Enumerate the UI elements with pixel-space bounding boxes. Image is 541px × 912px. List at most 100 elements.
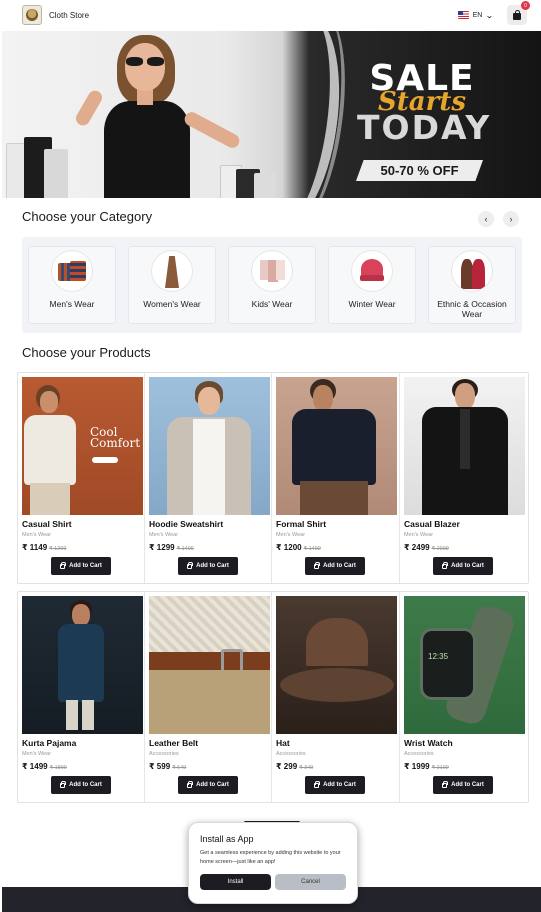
product-name[interactable]: Formal Shirt	[276, 519, 326, 529]
today-text: TODAY	[357, 108, 492, 147]
add-to-cart-button[interactable]: Add to Cart	[433, 776, 493, 794]
product-name[interactable]: Kurta Pajama	[22, 738, 76, 748]
product-image-hat[interactable]	[276, 596, 397, 734]
product-image-wrist-watch[interactable]: 12:35	[404, 596, 525, 734]
product-price: ₹ 1200 ₹ 1499	[276, 543, 321, 552]
mens-wear-thumbnail	[52, 251, 92, 291]
product-card[interactable]: Kurta Pajama Men's Wear ₹ 1499 ₹ 1899 Add…	[22, 596, 143, 800]
product-category: Men's Wear	[149, 532, 179, 538]
install-button[interactable]: Install	[200, 874, 271, 890]
promo-text: Cool Comfort	[90, 425, 141, 450]
store-logo[interactable]	[22, 5, 42, 25]
product-card[interactable]: Cool Comfort Casual Shirt Men's Wear ₹ 1…	[22, 377, 143, 581]
category-card-winter-wear[interactable]: Winter Wear	[328, 246, 416, 324]
product-category: Men's Wear	[276, 532, 306, 538]
banner-model-image	[6, 31, 276, 198]
product-category: Men's Wear	[22, 751, 52, 757]
top-header: Cloth Store EN ⌄ 0	[0, 0, 541, 30]
category-label: Winter Wear	[348, 299, 396, 309]
add-to-cart-button[interactable]: Add to Cart	[178, 557, 238, 575]
popup-message: Get a seamless experience by adding this…	[200, 850, 341, 865]
ethnic-wear-thumbnail	[452, 251, 492, 291]
product-category: Accessories	[276, 751, 306, 757]
bag-icon	[314, 562, 321, 569]
bag-icon	[187, 562, 194, 569]
womens-wear-thumbnail	[152, 251, 192, 291]
product-card[interactable]: 12:35 Wrist Watch Accessories ₹ 1999 ₹ 21…	[404, 596, 525, 800]
category-carousel: Men's Wear Women's Wear Kids' Wear Winte…	[22, 237, 522, 333]
kids-wear-thumbnail	[252, 251, 292, 291]
category-section-title: Choose your Category	[22, 209, 153, 224]
category-carousel-nav: ‹ ›	[478, 211, 519, 227]
cancel-button[interactable]: Cancel	[275, 874, 346, 890]
product-name[interactable]: Hat	[276, 738, 290, 748]
product-category: Accessories	[149, 751, 179, 757]
category-card-ethnic-occasion-wear[interactable]: Ethnic & Occasion Wear	[428, 246, 516, 324]
shopping-bags-left	[6, 131, 72, 198]
product-name[interactable]: Leather Belt	[149, 738, 198, 748]
product-image-casual-blazer[interactable]	[404, 377, 525, 515]
products-section-title: Choose your Products	[22, 345, 151, 360]
cart-count-badge: 0	[521, 1, 530, 10]
product-old-price: ₹ 349	[299, 765, 314, 771]
category-label: Women's Wear	[143, 299, 201, 309]
add-to-cart-button[interactable]: Add to Cart	[433, 557, 493, 575]
bag-icon	[442, 562, 449, 569]
sale-banner[interactable]: SALE Starts TODAY 50-70 % OFF	[2, 31, 541, 198]
product-image-casual-shirt[interactable]: Cool Comfort	[22, 377, 143, 515]
product-image-formal-shirt[interactable]	[276, 377, 397, 515]
language-label: EN	[472, 11, 483, 19]
product-category: Men's Wear	[22, 532, 52, 538]
product-card[interactable]: Hat Accessories ₹ 299 ₹ 349 Add to Cart	[276, 596, 397, 800]
store-name[interactable]: Cloth Store	[49, 11, 89, 20]
product-card[interactable]: Formal Shirt Men's Wear ₹ 1200 ₹ 1499 Add…	[276, 377, 397, 581]
winter-wear-thumbnail	[352, 251, 392, 291]
watch-time-readout: 12:35	[428, 652, 449, 661]
product-name[interactable]: Casual Shirt	[22, 519, 72, 529]
category-label: Kids' Wear	[251, 299, 293, 309]
product-old-price: ₹ 1899	[49, 765, 67, 771]
install-app-popup: Install as App Get a seamless experience…	[188, 822, 358, 904]
product-image-kurta-pajama[interactable]	[22, 596, 143, 734]
carousel-prev-button[interactable]: ‹	[478, 211, 494, 227]
product-card[interactable]: Hoodie Sweatshirt Men's Wear ₹ 1299 ₹ 149…	[149, 377, 270, 581]
product-card[interactable]: Casual Blazer Men's Wear ₹ 2499 ₹ 2999 Ad…	[404, 377, 525, 581]
product-price: ₹ 1999 ₹ 2199	[404, 762, 449, 771]
bag-icon	[442, 781, 449, 788]
product-name[interactable]: Casual Blazer	[404, 519, 460, 529]
product-price: ₹ 1299 ₹ 1499	[149, 543, 194, 552]
shopping-bag-icon	[513, 9, 521, 20]
add-to-cart-button[interactable]: Add to Cart	[305, 557, 365, 575]
carousel-next-button[interactable]: ›	[503, 211, 519, 227]
sale-headline: SALE Starts TODAY	[357, 61, 492, 147]
product-name[interactable]: Hoodie Sweatshirt	[149, 519, 223, 529]
product-image-hoodie-sweatshirt[interactable]	[149, 377, 270, 515]
category-card-womens-wear[interactable]: Women's Wear	[128, 246, 216, 324]
product-price: ₹ 1499 ₹ 1899	[22, 762, 67, 771]
category-label: Ethnic & Occasion Wear	[437, 299, 507, 319]
product-old-price: ₹ 1499	[176, 546, 194, 552]
popup-title: Install as App	[200, 834, 254, 844]
sunglasses-icon	[125, 57, 165, 66]
category-label: Men's Wear	[49, 299, 95, 309]
add-to-cart-button[interactable]: Add to Cart	[51, 557, 111, 575]
category-card-kids-wear[interactable]: Kids' Wear	[228, 246, 316, 324]
product-price: ₹ 299 ₹ 349	[276, 762, 314, 771]
product-name[interactable]: Wrist Watch	[404, 738, 453, 748]
language-selector[interactable]: EN ⌄	[457, 11, 494, 20]
product-price: ₹ 599 ₹ 649	[149, 762, 187, 771]
bag-icon	[60, 781, 67, 788]
product-price: ₹ 1149 ₹ 1299	[22, 543, 67, 552]
cart-button[interactable]: 0	[507, 1, 530, 25]
add-to-cart-button[interactable]: Add to Cart	[51, 776, 111, 794]
add-to-cart-button[interactable]: Add to Cart	[178, 776, 238, 794]
product-category: Men's Wear	[404, 532, 434, 538]
product-card[interactable]: Leather Belt Accessories ₹ 599 ₹ 649 Add …	[149, 596, 270, 800]
us-flag-icon	[457, 11, 469, 19]
product-image-leather-belt[interactable]	[149, 596, 270, 734]
category-card-mens-wear[interactable]: Men's Wear	[28, 246, 116, 324]
bag-icon	[187, 781, 194, 788]
add-to-cart-button[interactable]: Add to Cart	[305, 776, 365, 794]
product-old-price: ₹ 2199	[431, 765, 449, 771]
bag-icon	[314, 781, 321, 788]
